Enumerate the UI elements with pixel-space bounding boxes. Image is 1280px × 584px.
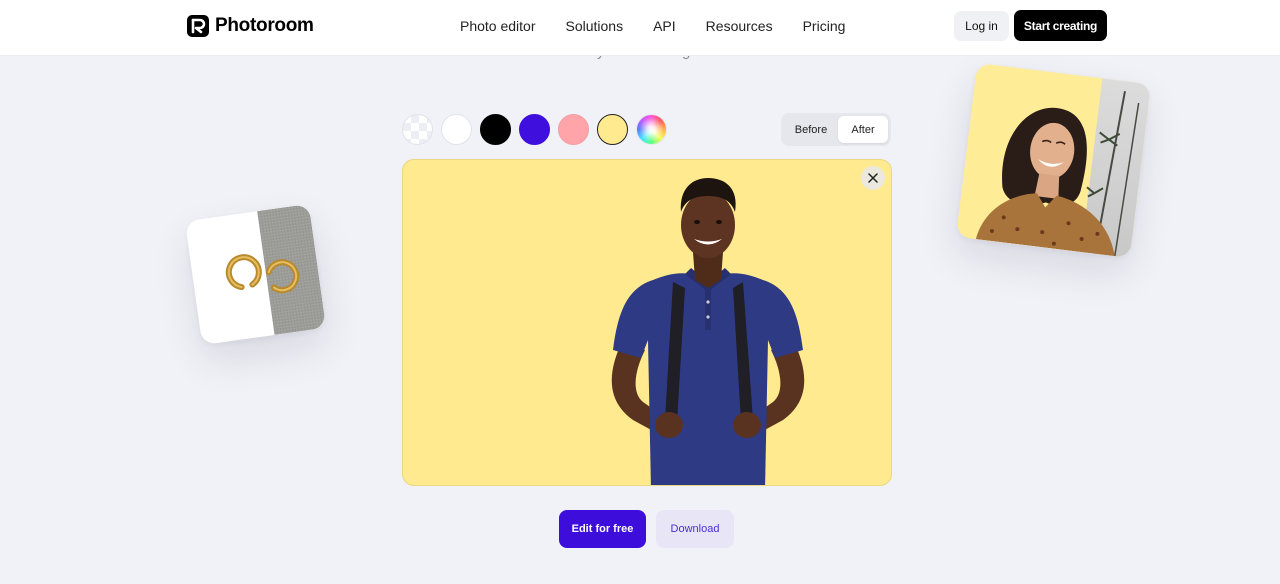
photoroom-logo-icon [187, 15, 209, 37]
download-button[interactable]: Download [656, 510, 734, 548]
swatch-pink[interactable] [558, 114, 589, 145]
nav-api[interactable]: API [653, 18, 676, 34]
after-tab[interactable]: After [838, 116, 888, 143]
close-icon [868, 173, 878, 183]
nav-pricing[interactable]: Pricing [803, 18, 846, 34]
image-preview [402, 159, 892, 486]
subject-person-image [611, 178, 805, 485]
nav-resources[interactable]: Resources [706, 18, 773, 34]
brand-logo[interactable]: Photoroom [187, 14, 314, 38]
background-color-swatches [402, 114, 667, 146]
remove-image-button[interactable] [861, 166, 885, 190]
nav-solutions[interactable]: Solutions [566, 18, 624, 34]
swatch-yellow[interactable] [597, 114, 628, 145]
before-tab[interactable]: Before [784, 116, 838, 143]
main-nav: Photo editor Solutions API Resources Pri… [460, 0, 845, 52]
login-button[interactable]: Log in [954, 11, 1009, 41]
portrait-image [975, 91, 1140, 257]
before-after-toggle: Before After [781, 113, 891, 146]
earrings-image [225, 254, 300, 294]
showcase-card-earrings [184, 203, 327, 346]
swatch-purple[interactable] [519, 114, 550, 145]
start-creating-button[interactable]: Start creating [1014, 10, 1107, 41]
swatch-transparent[interactable] [402, 114, 433, 145]
nav-photo-editor[interactable]: Photo editor [460, 18, 536, 34]
showcase-card-portrait [955, 62, 1152, 259]
edit-for-free-button[interactable]: Edit for free [559, 510, 646, 548]
swatch-custom-color-picker[interactable] [636, 114, 667, 145]
brand-name: Photoroom [215, 15, 314, 36]
swatch-white[interactable] [441, 114, 472, 145]
swatch-black[interactable] [480, 114, 511, 145]
site-header: Photoroom Photo editor Solutions API Res… [0, 0, 1280, 56]
